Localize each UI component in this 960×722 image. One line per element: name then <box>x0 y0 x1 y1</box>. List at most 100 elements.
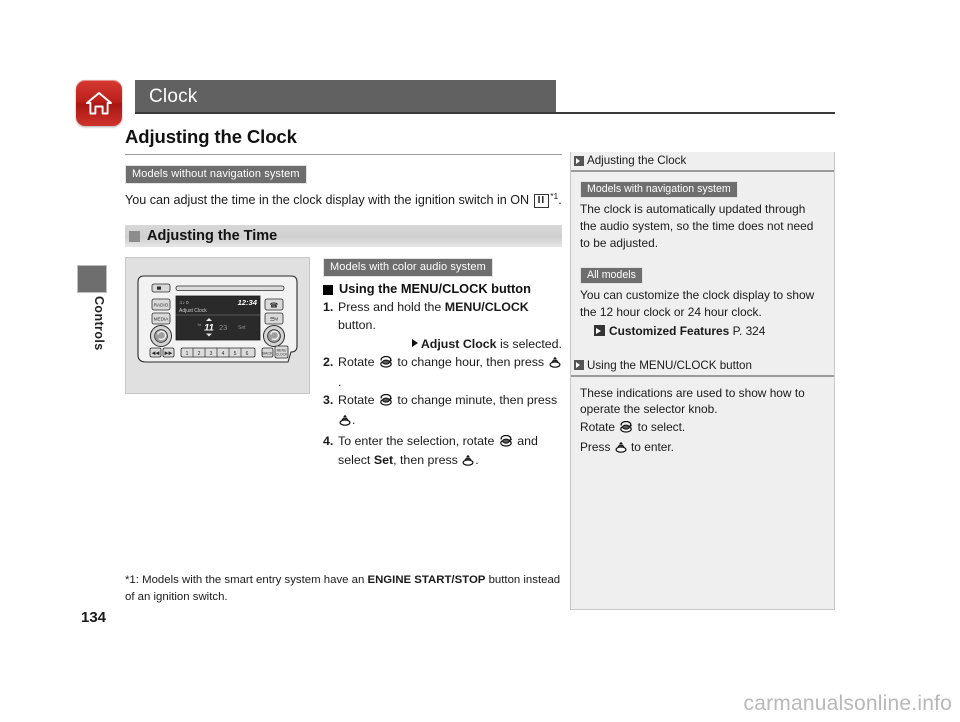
sidebar-marker-icon <box>574 360 584 371</box>
svg-text:6: 6 <box>246 351 249 357</box>
intro-paragraph: You can adjust the time in the clock dis… <box>125 190 562 209</box>
svg-text:▶▶: ▶▶ <box>165 351 173 357</box>
content-columns: RADIO MEDIA ☎ ☰M ♫♪ 0 12:34 Adjust Clock <box>125 257 562 472</box>
step-4: 4. To enter the selection, rotate and sel… <box>323 433 562 472</box>
sidebar: Adjusting the Clock Models with navigati… <box>570 152 835 610</box>
step-4-number: 4. <box>323 433 334 448</box>
badge-models-without-nav-wrap: Models without navigation system <box>125 164 562 185</box>
badge-models-color-audio: Models with color audio system <box>323 258 493 278</box>
sidebar-press-post: to enter. <box>627 440 674 455</box>
sidebar-section-2-header: Using the MENU/CLOCK button <box>571 356 834 377</box>
sidebar-badge-all-models: All models <box>580 266 643 284</box>
step-3: 3. Rotate to change minute, then press . <box>323 392 562 431</box>
step-1-number: 1. <box>323 300 334 315</box>
chapter-title: Clock <box>149 85 198 107</box>
rotate-knob-icon <box>499 434 513 453</box>
steps-column: Models with color audio system Using the… <box>323 257 562 472</box>
press-knob-icon <box>549 356 561 374</box>
sidebar-press-pre: Press <box>580 440 614 455</box>
intro-text-before: You can adjust the time in the clock dis… <box>125 193 533 208</box>
svg-text:12:34: 12:34 <box>238 298 258 307</box>
steps-list: 1. Press and hold the MENU/CLOCK button. … <box>323 299 562 471</box>
manual-page: Clock Controls 134 Adjusting the Clock M… <box>0 0 960 722</box>
side-tab-marker <box>77 265 107 293</box>
step-2-pre: Rotate <box>338 355 378 370</box>
sidebar-text-nav: The clock is automatically updated throu… <box>580 202 814 250</box>
sidebar-cross-reference[interactable]: Customized Features P. 324 <box>580 324 825 338</box>
chapter-title-bar: Clock <box>135 80 556 113</box>
step-2: 2. Rotate to change hour, then press . <box>323 354 562 391</box>
sidebar-section-1-header: Adjusting the Clock <box>571 152 834 172</box>
sidebar-ref-page: P. 324 <box>729 323 766 338</box>
step-3-pre: Rotate <box>338 393 378 408</box>
svg-text:♫♪ 0: ♫♪ 0 <box>179 300 189 305</box>
step-4-pre: To enter the selection, rotate <box>338 433 498 448</box>
step-1-post: button. <box>338 318 376 333</box>
subsection-title: Adjusting the Time <box>147 228 278 245</box>
triangle-bullet-icon <box>411 338 418 347</box>
rotate-knob-icon <box>379 356 393 374</box>
step-2-number: 2. <box>323 355 334 370</box>
step-4-post: , then press <box>393 453 462 468</box>
svg-text:23: 23 <box>219 323 227 332</box>
sidebar-rotate-line: Rotate to select. <box>580 419 825 438</box>
sidebar-badge-nav: Models with navigation system <box>580 181 738 198</box>
svg-text:☎: ☎ <box>270 302 279 310</box>
sidebar-rotate-post: to select. <box>634 420 686 435</box>
home-icon[interactable] <box>76 80 122 126</box>
svg-text:5: 5 <box>234 351 237 357</box>
main-content: Adjusting the Clock Models without navig… <box>125 126 562 472</box>
chapter-divider <box>135 112 835 114</box>
step-1: 1. Press and hold the MENU/CLOCK button. … <box>323 299 562 353</box>
step-2-post: . <box>338 374 342 389</box>
svg-text:1: 1 <box>186 351 189 357</box>
svg-text:CLOCK: CLOCK <box>276 353 288 357</box>
svg-text:3: 3 <box>210 351 213 357</box>
side-tab-label: Controls <box>92 296 106 351</box>
sidebar-text-all-models: You can customize the clock display to s… <box>580 287 815 319</box>
svg-text:BACK: BACK <box>262 352 273 356</box>
square-bullet-icon <box>129 230 140 242</box>
sidebar-press-line: Press to enter. <box>580 439 825 458</box>
step-1-note: Adjust Clock is selected. <box>338 336 562 354</box>
step-1-pre: Press and hold the <box>338 300 445 315</box>
svg-text:MEDIA: MEDIA <box>154 317 169 322</box>
subsection-header: Adjusting the Time <box>125 225 562 248</box>
step-4-end: . <box>475 453 479 468</box>
step-4-bold: Set <box>373 453 394 468</box>
rotate-knob-icon <box>379 394 393 412</box>
square-bullet-black-icon <box>323 285 333 296</box>
footnote-pre: *1: Models with the smart entry system h… <box>125 574 368 586</box>
steps-heading: Using the MENU/CLOCK button <box>339 281 531 297</box>
svg-text:RADIO: RADIO <box>154 303 169 308</box>
sidebar-section-2-title: Using the MENU/CLOCK button <box>587 358 752 372</box>
press-knob-icon <box>615 441 627 458</box>
steps-heading-row: Using the MENU/CLOCK button <box>323 281 562 296</box>
sidebar-section-2: Using the MENU/CLOCK button These indica… <box>571 356 834 459</box>
svg-text:Adjust Clock: Adjust Clock <box>179 308 207 314</box>
badge-models-without-nav: Models without navigation system <box>125 165 307 185</box>
page-title: Adjusting the Clock <box>125 126 297 147</box>
badge-models-color-audio-wrap: Models with color audio system <box>323 257 562 278</box>
sidebar-section-1-body: Models with navigation system The clock … <box>571 172 834 338</box>
sidebar-marker-icon <box>574 155 584 166</box>
sidebar-section-1-title: Adjusting the Clock <box>587 154 687 167</box>
step-3-post: . <box>352 413 356 428</box>
footnote-bold: ENGINE START/STOP <box>367 574 486 586</box>
ignition-on-glyph: II <box>533 194 550 209</box>
step-3-mid: to change minute, then press <box>393 393 558 408</box>
rotate-knob-icon <box>619 421 633 438</box>
svg-text:4: 4 <box>222 351 225 357</box>
svg-text:11: 11 <box>204 323 214 334</box>
sidebar-section-2-body: These indications are used to show how t… <box>571 377 834 459</box>
head-unit-illustration: RADIO MEDIA ☎ ☰M ♫♪ 0 12:34 Adjust Clock <box>125 257 310 395</box>
sidebar-ref-title: Customized Features <box>609 323 730 338</box>
svg-text:◀◀: ◀◀ <box>152 351 160 357</box>
title-divider <box>125 154 562 155</box>
watermark: carmanualsonline.info <box>743 692 952 715</box>
page-number: 134 <box>81 609 107 626</box>
sidebar-rotate-pre: Rotate <box>580 420 619 435</box>
step-1-note-bold: Adjust Clock <box>420 336 497 351</box>
sidebar-knob-intro: These indications are used to show how t… <box>580 385 805 417</box>
